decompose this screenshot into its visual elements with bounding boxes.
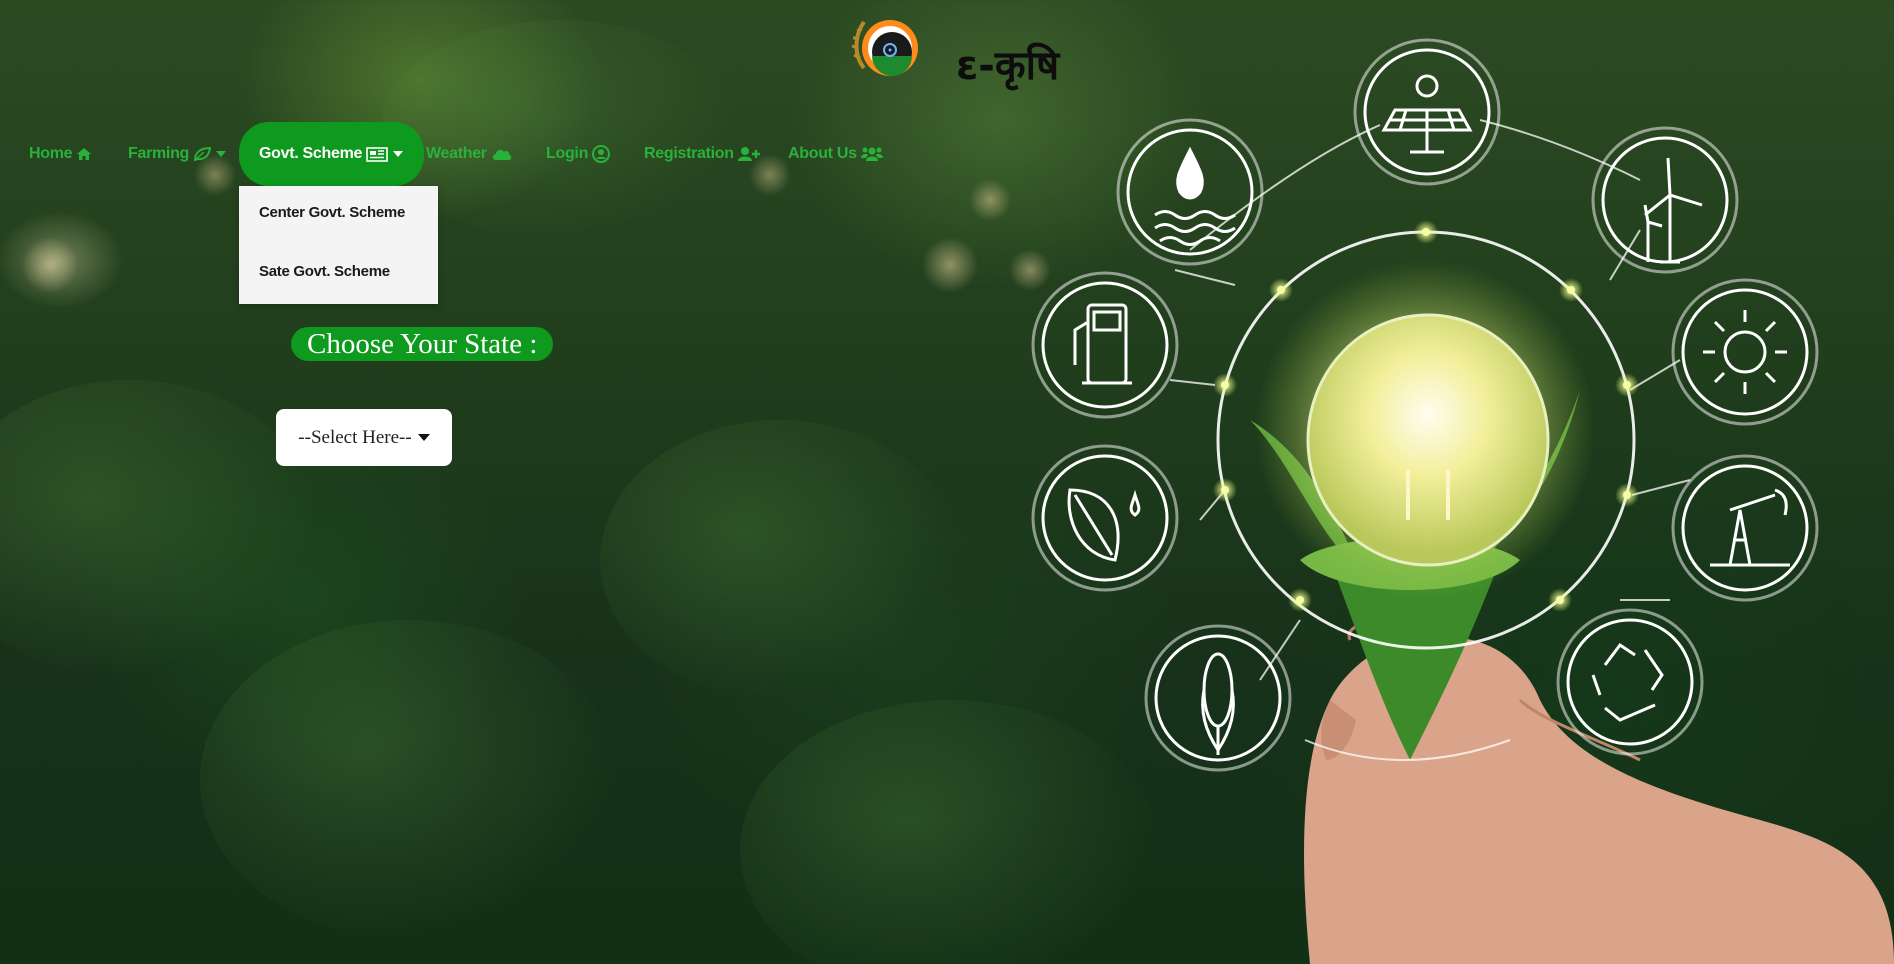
home-icon	[77, 148, 92, 160]
dropdown-item-state-scheme[interactable]: Sate Govt. Scheme	[259, 263, 390, 280]
nav-home[interactable]: Home	[29, 122, 92, 186]
wind-turbine-icon	[1591, 126, 1739, 274]
corn-icon	[1144, 624, 1292, 772]
emblem-icon	[851, 20, 918, 76]
cloud-icon	[492, 149, 511, 160]
chevron-down-icon	[417, 433, 430, 441]
chevron-down-icon	[393, 151, 404, 157]
nav-about-us-label: About Us	[788, 145, 857, 162]
water-drop-icon	[1116, 118, 1264, 266]
user-circle-icon	[592, 145, 611, 163]
nav-registration[interactable]: Registration	[644, 122, 760, 186]
nav-login[interactable]: Login	[546, 122, 611, 186]
nav-govt-scheme[interactable]: Govt. Scheme	[239, 122, 425, 186]
nav-weather[interactable]: Weather	[426, 122, 513, 186]
nav-login-label: Login	[546, 145, 589, 162]
leaf-icon	[194, 147, 212, 161]
nav-farming-label: Farming	[128, 145, 190, 162]
state-select[interactable]: --Select Here--	[276, 409, 452, 466]
choose-state-label: Choose Your State :	[291, 327, 554, 361]
nav-farming[interactable]: Farming	[128, 122, 227, 186]
leaf-drop-icon	[1031, 444, 1179, 592]
nav-home-label: Home	[29, 145, 73, 162]
recycle-icon	[1556, 608, 1704, 756]
sun-icon	[1671, 278, 1819, 426]
chevron-down-icon	[216, 151, 227, 157]
newspaper-icon	[366, 146, 388, 162]
nav-govt-scheme-label: Govt. Scheme	[259, 145, 363, 162]
green-energy-illustration	[1031, 38, 1894, 964]
nav-about-us[interactable]: About Us	[788, 122, 883, 186]
dropdown-item-center-scheme[interactable]: Center Govt. Scheme	[259, 204, 405, 221]
solar-panel-icon	[1353, 38, 1501, 186]
lightbulb-icon	[1306, 313, 1550, 567]
fuel-pump-icon	[1031, 271, 1179, 419]
users-icon	[860, 147, 883, 161]
user-plus-icon	[737, 147, 760, 161]
nav-registration-label: Registration	[644, 145, 734, 162]
nav-weather-label: Weather	[426, 145, 487, 162]
govt-scheme-dropdown: Center Govt. Scheme Sate Govt. Scheme	[239, 186, 438, 304]
state-select-value: --Select Here--	[298, 426, 412, 448]
oil-pump-icon	[1671, 454, 1819, 602]
